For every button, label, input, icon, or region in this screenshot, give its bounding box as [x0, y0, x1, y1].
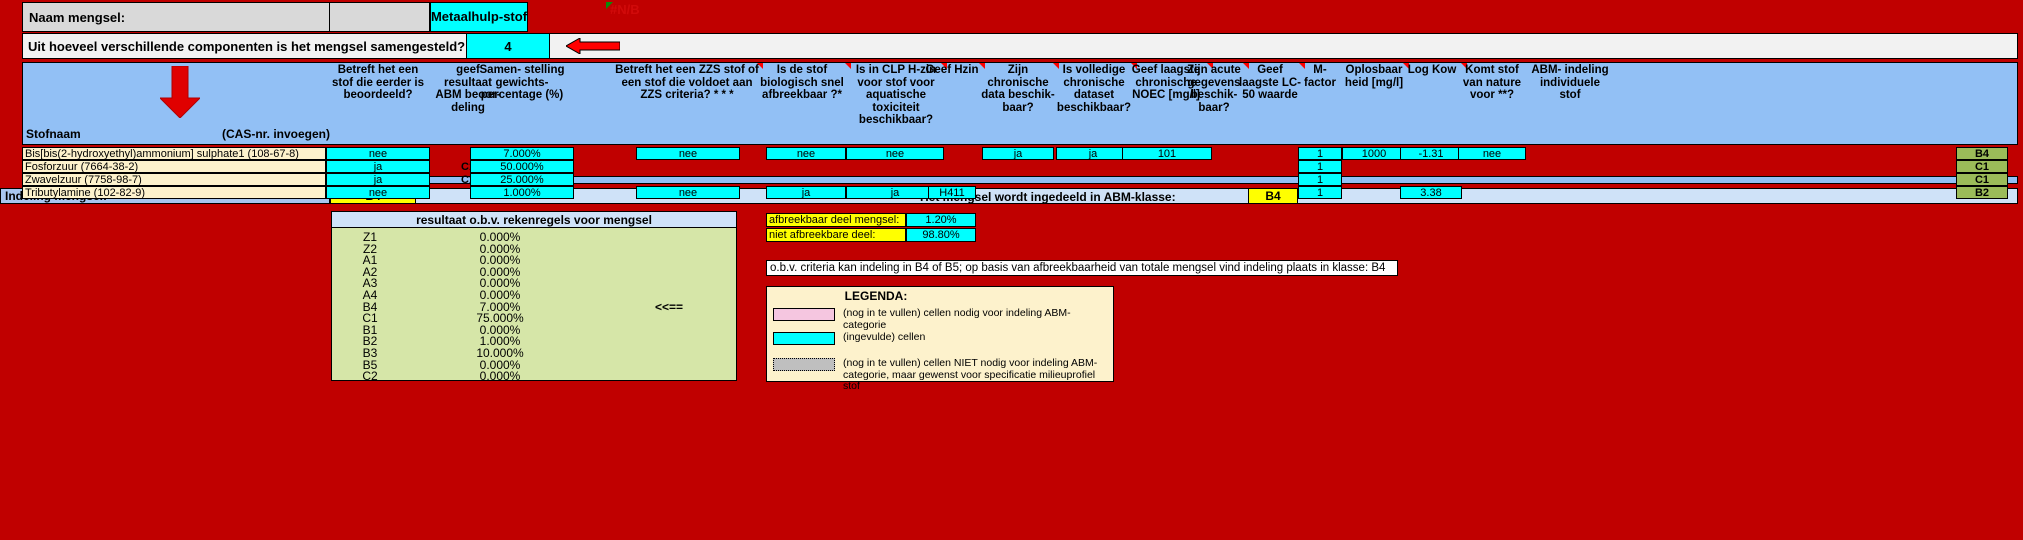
- cell-zzs[interactable]: nee: [636, 186, 740, 199]
- cell-eerder[interactable]: nee: [326, 186, 430, 199]
- col-header-8: Geef Hzin: [925, 64, 979, 76]
- cell-gewicht[interactable]: 1.000%: [470, 186, 574, 199]
- component-count-input[interactable]: 4: [466, 33, 550, 59]
- col-header-14: M- factor: [1304, 64, 1336, 89]
- result-row-value: 0.000%: [479, 369, 521, 384]
- col-header-13: Geef laagste LC-50 waarde: [1239, 64, 1301, 101]
- col-header-4: Samen- stelling gewichts- percentage (%): [479, 64, 565, 101]
- left-arrow-icon: [566, 38, 620, 54]
- col-header-2: Betreft het een stof die eerder is beoor…: [331, 64, 425, 101]
- degradable-label: afbreekbaar deel mengsel:: [766, 213, 906, 227]
- cell-mfactor[interactable]: 1: [1298, 160, 1342, 173]
- cell-chron_dataset[interactable]: ja: [1056, 147, 1130, 160]
- cell-eerder[interactable]: nee: [326, 147, 430, 160]
- cell-gewicht[interactable]: 50.000%: [470, 160, 574, 173]
- cell-chron_data[interactable]: ja: [982, 147, 1054, 160]
- table-row[interactable]: Tributylamine (102-82-9): [22, 186, 326, 199]
- result-table-title: resultaat o.b.v. rekenregels voor mengse…: [331, 211, 737, 228]
- cell-logkow[interactable]: 3.38: [1400, 186, 1462, 199]
- cell-indeling[interactable]: C1: [1956, 160, 2008, 173]
- degradable-label: niet afbreekbare deel:: [766, 228, 906, 242]
- legend-title: LEGENDA:: [844, 289, 908, 303]
- legend-swatch-1: [773, 332, 835, 345]
- legend-swatch-0: [773, 308, 835, 321]
- cell-clp[interactable]: nee: [846, 147, 944, 160]
- cell-nature[interactable]: nee: [1458, 147, 1526, 160]
- legend-swatch-2: [773, 358, 835, 371]
- legend-text-2: (nog in te vullen) cellen NIET nodig voo…: [843, 357, 1098, 392]
- col-header-substance-name: Stofnaam: [26, 127, 81, 141]
- table-row[interactable]: Zwavelzuur (7758-98-7): [22, 173, 326, 186]
- cell-hzin[interactable]: H411: [928, 186, 976, 199]
- cell-mfactor[interactable]: 1: [1298, 147, 1342, 160]
- col-header-6: Is de stof biologisch snel afbreekbaar ?…: [760, 64, 844, 101]
- cell-afbreekbaar[interactable]: ja: [766, 186, 846, 199]
- cell-afbreekbaar[interactable]: nee: [766, 147, 846, 160]
- col-header-cas-note: (CAS-nr. invoegen): [222, 127, 331, 141]
- result-marker: <<==: [655, 299, 684, 314]
- degradable-value: 98.80%: [906, 228, 976, 242]
- cell-zzs[interactable]: nee: [636, 147, 740, 160]
- col-header-5: Betreft het een ZZS stof of een stof die…: [615, 64, 759, 101]
- down-arrow-icon: [160, 66, 200, 118]
- criteria-note: o.b.v. criteria kan indeling in B4 of B5…: [766, 260, 1398, 276]
- result-row-label: C2: [362, 369, 378, 384]
- na-error-text: #N/B: [610, 2, 640, 17]
- mixture-name-label: Naam mengsel:: [22, 2, 330, 32]
- cell-mfactor[interactable]: 1: [1298, 173, 1342, 186]
- legend-text-1: (ingevulde) cellen: [843, 331, 926, 343]
- cell-indeling[interactable]: C1: [1956, 173, 2008, 186]
- col-header-18: ABM- indeling individuele stof: [1531, 64, 1609, 101]
- mixture-name-input[interactable]: [330, 2, 430, 32]
- cell-logkow[interactable]: -1.31: [1400, 147, 1462, 160]
- table-row[interactable]: Fosforzuur (7664-38-2): [22, 160, 326, 173]
- cell-eerder[interactable]: ja: [326, 173, 430, 186]
- cell-indeling[interactable]: B4: [1956, 147, 2008, 160]
- col-header-9: Zijn chronische data beschik- baar?: [981, 64, 1055, 114]
- metal-aux-substance-header: Metaalhulp-stof: [430, 2, 528, 32]
- component-count-question: Uit hoeveel verschillende componenten is…: [28, 38, 466, 54]
- cell-eerder[interactable]: ja: [326, 160, 430, 173]
- cell-indeling[interactable]: B2: [1956, 186, 2008, 199]
- table-row[interactable]: Bis[bis(2-hydroxyethyl)ammonium] sulphat…: [22, 147, 326, 160]
- degradable-value: 1.20%: [906, 213, 976, 227]
- cell-gewicht[interactable]: 25.000%: [470, 173, 574, 186]
- cell-mfactor[interactable]: 1: [1298, 186, 1342, 199]
- col-header-17: Komt stof van nature voor **?: [1462, 64, 1522, 101]
- cell-gewicht[interactable]: 7.000%: [470, 147, 574, 160]
- final-classification-value: B4: [1248, 188, 1298, 204]
- legend-text-0: (nog in te vullen) cellen nodig voor ind…: [843, 307, 1071, 331]
- cell-noec[interactable]: 101: [1122, 147, 1212, 160]
- cell-oplosbaar[interactable]: 1000: [1342, 147, 1406, 160]
